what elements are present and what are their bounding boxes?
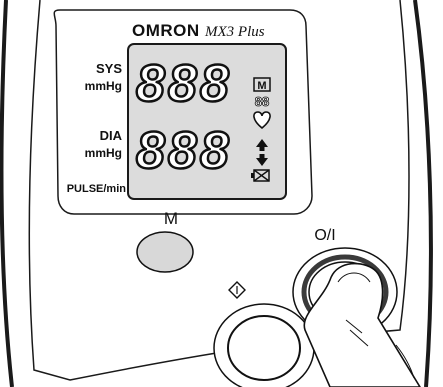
memory-button[interactable] — [136, 231, 194, 273]
dia-reading: 888 — [136, 122, 232, 180]
sys-reading: 888 — [136, 55, 232, 113]
pulse-label: PULSE/min — [67, 183, 127, 195]
dia-unit: mmHg — [85, 146, 122, 160]
memory-symbol: M — [257, 80, 266, 92]
power-button-label: O/I — [314, 227, 335, 244]
dia-label: DIA — [100, 128, 123, 143]
sys-unit: mmHg — [85, 79, 122, 93]
memory-button-label: M — [164, 209, 178, 228]
device-outer-edge — [0, 0, 14, 387]
sys-label: SYS — [96, 61, 122, 76]
start-symbol-icon — [228, 281, 246, 299]
start-button[interactable] — [213, 303, 315, 387]
device-right-edge — [413, 0, 433, 387]
omron-logo: OMRON — [132, 21, 200, 40]
memory-digits: 88 — [255, 94, 269, 109]
device-panel: OMRON MX3 Plus SYS mmHg DIA mmHg PULSE/m… — [0, 0, 443, 387]
model-name: MX3 Plus — [204, 24, 265, 40]
